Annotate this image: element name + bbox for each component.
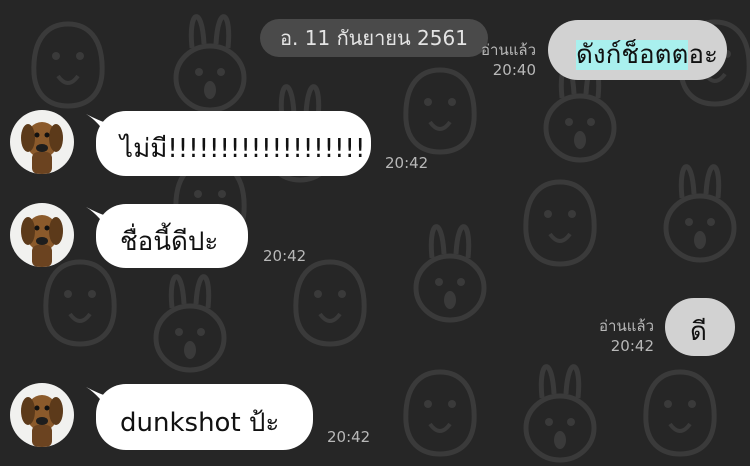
- message-text-tail: อะ: [688, 40, 718, 70]
- read-receipt: อ่านแล้ว 20:42: [580, 316, 654, 356]
- message-time: 20:42: [327, 428, 371, 446]
- message-text: dunkshot ป้ะ: [120, 408, 280, 438]
- message-text: ไม่มี!!!!!!!!!!!!!!!!!!!: [120, 134, 366, 164]
- message-time: 20:42: [610, 337, 654, 355]
- dog-avatar-icon: [21, 215, 63, 267]
- message-time: 20:42: [263, 247, 307, 265]
- message-text-highlight: ต: [671, 40, 689, 70]
- message-text: ดังก์ช็อต: [576, 40, 672, 70]
- message-bubble[interactable]: ดี: [665, 298, 735, 356]
- read-label: อ่านแล้ว: [599, 317, 654, 335]
- avatar[interactable]: [10, 110, 74, 174]
- read-receipt: อ่านแล้ว 20:40: [456, 40, 536, 80]
- avatar[interactable]: [10, 383, 74, 447]
- message-time: 20:42: [385, 154, 429, 172]
- message-bubble[interactable]: ดังก์ช็อตตอะ: [548, 20, 727, 80]
- date-separator: อ. 11 กันยายน 2561: [260, 19, 488, 57]
- message-text: ดี: [690, 317, 707, 347]
- dog-avatar-icon: [21, 395, 63, 447]
- avatar[interactable]: [10, 203, 74, 267]
- message-text: ชื่อนี้ดีปะ: [120, 227, 219, 257]
- message-bubble[interactable]: ไม่มี!!!!!!!!!!!!!!!!!!!: [96, 111, 371, 176]
- message-bubble[interactable]: ชื่อนี้ดีปะ: [96, 204, 248, 268]
- message-time: 20:40: [492, 61, 536, 79]
- message-bubble[interactable]: dunkshot ป้ะ: [96, 384, 313, 450]
- dog-avatar-icon: [21, 122, 63, 174]
- read-label: อ่านแล้ว: [481, 41, 536, 59]
